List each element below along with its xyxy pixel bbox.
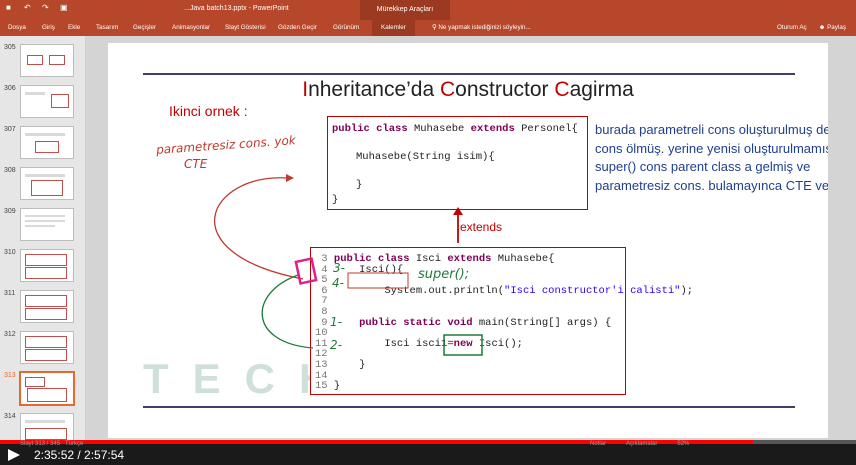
slide-canvas[interactable]: Inheritance’da Constructor Cagirma Ikinc… (108, 43, 828, 438)
zoom-level[interactable]: 52% (677, 441, 689, 447)
tab-giris[interactable]: Giriş (42, 24, 55, 31)
extends-arrow-head (453, 207, 463, 215)
context-tab-group: Mürekkep Araçları (360, 0, 450, 20)
ink-red-note-line2: CTE (184, 157, 208, 171)
ribbon-tabs: Dosya Giriş Ekle Tasarım Geçişler Animas… (0, 20, 856, 36)
tab-animasyonlar[interactable]: Animasyonlar (172, 24, 210, 31)
slideshow-icon[interactable]: ▣ (60, 4, 68, 12)
thumbnail-number: 312 (4, 331, 16, 338)
thumbnail-number: 314 (4, 413, 16, 420)
video-time: 2:35:52 / 2:57:54 (34, 448, 125, 462)
red-ink-arc (214, 177, 304, 280)
ppt-status-left: Slayt 313 / 345 Türkçe (20, 441, 83, 447)
tab-gecisler[interactable]: Geçişler (133, 24, 156, 31)
share-label: Paylaş (827, 24, 846, 31)
ink-step-4: 4- (332, 276, 344, 290)
redo-icon[interactable]: ↷ (42, 4, 50, 12)
play-icon[interactable] (8, 449, 20, 461)
thumbnail-309[interactable]: 309 (0, 206, 85, 244)
thumbnail-313[interactable]: 313 (0, 370, 85, 408)
green-ink-highlight-box (443, 334, 483, 356)
undo-icon[interactable]: ↶ (24, 4, 32, 12)
tab-dosya[interactable]: Dosya (8, 24, 26, 31)
comments-button[interactable]: Açıklamalar (626, 441, 657, 447)
thumbnail-number: 313 (4, 372, 16, 379)
sign-in-link[interactable]: Oturum Aç (777, 24, 807, 31)
ink-step-2: 2- (330, 338, 342, 352)
thumbnail-number: 308 (4, 167, 16, 174)
thumbnail-310[interactable]: 310 (0, 247, 85, 285)
thumbnail-306[interactable]: 306 (0, 83, 85, 121)
tab-ekle[interactable]: Ekle (68, 24, 80, 31)
green-ink-arc (261, 274, 314, 349)
title-bar: ■ ↶ ↷ ▣ ...Java batch13.pptx - PowerPoin… (0, 0, 856, 20)
thumbnail-312[interactable]: 312 (0, 329, 85, 367)
notes-button[interactable]: Notlar (590, 441, 606, 447)
slide-counter: Slayt 313 / 345 (20, 441, 61, 447)
ink-step-1: 1- (330, 315, 342, 329)
tab-slayt-gosterisi[interactable]: Slayt Gösterisi (225, 24, 266, 31)
tab-gorunum[interactable]: Görünüm (333, 24, 359, 31)
red-ink-arrowhead (286, 174, 294, 182)
thumbnail-number: 310 (4, 249, 16, 256)
bottom-rule (143, 406, 795, 408)
magenta-ink-box (294, 257, 318, 285)
tab-tasarim[interactable]: Tasarım (96, 24, 118, 31)
document-title: ...Java batch13.pptx - PowerPoint (184, 5, 289, 12)
ppt-status-right: Notlar Açıklamalar 52% (590, 441, 689, 447)
ink-step-3: 3- (333, 261, 345, 275)
quick-access-toolbar: ■ ↶ ↷ ▣ (6, 4, 68, 12)
save-icon[interactable]: ■ (6, 4, 14, 12)
ink-annotations (214, 174, 483, 356)
ink-super-call: super(); (418, 267, 470, 282)
thumbnail-305[interactable]: 305 (0, 42, 85, 80)
tab-gozden-gecir[interactable]: Gözden Geçir (278, 24, 317, 31)
thumbnail-number: 311 (4, 290, 16, 297)
thumbnail-number: 305 (4, 44, 16, 51)
thumbnail-number: 309 (4, 208, 16, 215)
red-ink-insert-box (347, 272, 409, 289)
status-bar: 2:35:52 / 2:57:54 Slayt 313 / 345 Türkçe… (0, 441, 856, 465)
thumbnail-311[interactable]: 311 (0, 288, 85, 326)
tell-me-text: Ne yapmak istediğinizi söyleyin... (438, 24, 531, 31)
share-button[interactable]: ☻ Paylaş (819, 24, 846, 31)
slide-thumbnails-pane[interactable]: 305 306 307 308 309 310 311 312 313 314 (0, 36, 86, 446)
thumbnail-308[interactable]: 308 (0, 165, 85, 203)
tell-me-search[interactable]: ⚲ Ne yapmak istediğinizi söyleyin... (432, 24, 531, 31)
thumbnail-number: 307 (4, 126, 16, 133)
tab-kalemler[interactable]: Kalemler (372, 20, 415, 36)
thumbnail-307[interactable]: 307 (0, 124, 85, 162)
language: Türkçe (64, 441, 84, 447)
thumbnail-number: 306 (4, 85, 16, 92)
